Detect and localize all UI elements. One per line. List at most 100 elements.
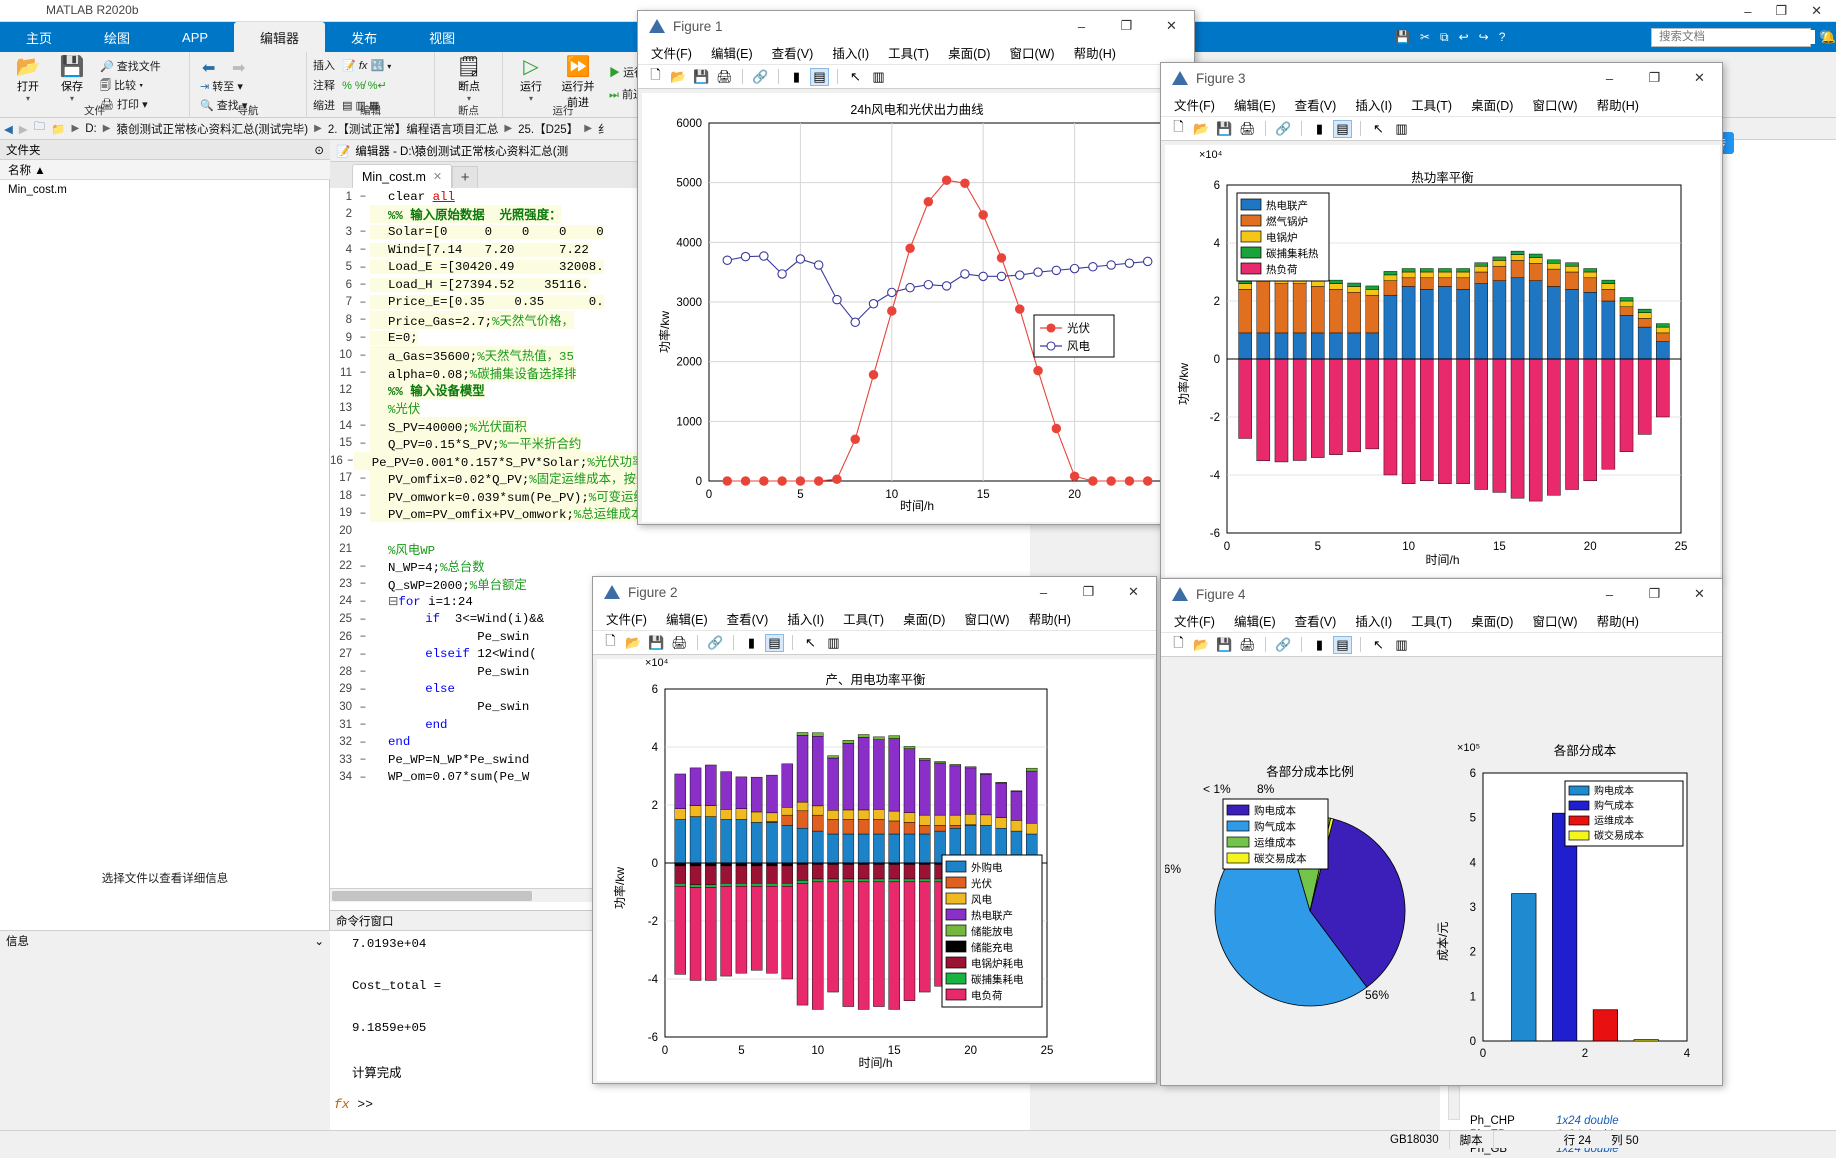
menu-help[interactable]: 帮助(H) bbox=[1597, 611, 1639, 630]
menu-edit[interactable]: 编辑(E) bbox=[1234, 611, 1276, 630]
undo-icon[interactable]: ↩ bbox=[1459, 30, 1469, 44]
notification-icon[interactable]: 🔔 bbox=[1821, 30, 1836, 44]
compare-item[interactable]: 🗐 比较 ▾ bbox=[100, 77, 143, 96]
save-icon[interactable]: 💾 bbox=[692, 68, 711, 86]
menu-view[interactable]: 查看(V) bbox=[772, 43, 814, 62]
code-text[interactable]: WP_om=0.07*sum(Pe_W bbox=[370, 770, 529, 784]
function-icon[interactable]: 🔣 bbox=[370, 60, 384, 72]
open-icon[interactable]: 📂 bbox=[1192, 636, 1211, 654]
figure-2-toolbar[interactable]: 🗋 📂 💾 🖨 🔗 ▮ ▤ ↖ ▥ bbox=[593, 631, 1156, 655]
compare-arrow[interactable]: ▾ bbox=[139, 80, 143, 92]
open-dropdown-arrow[interactable]: ▾ bbox=[6, 94, 50, 103]
new-figure-icon[interactable]: 🗋 bbox=[1169, 635, 1188, 654]
figure-1-window[interactable]: Figure 1 – ❐ ✕ 文件(F) 编辑(E) 查看(V) 插入(I) 工… bbox=[637, 10, 1195, 525]
code-text[interactable]: %% 输入原始数据 光照强度： bbox=[370, 205, 562, 224]
pointer-icon[interactable]: ↖ bbox=[1369, 120, 1388, 138]
figure-1-window-controls[interactable]: – ❐ ✕ bbox=[1059, 11, 1194, 41]
menu-view[interactable]: 查看(V) bbox=[1295, 611, 1337, 630]
code-text[interactable]: %光伏 bbox=[370, 398, 421, 417]
goto-arrow[interactable]: ▾ bbox=[237, 81, 243, 93]
menu-desktop[interactable]: 桌面(D) bbox=[1471, 95, 1513, 114]
insert-item[interactable]: 插入 📝 fx 🔣 ▾ bbox=[313, 57, 391, 73]
fx-icon[interactable]: fx bbox=[359, 60, 368, 72]
figure-1-menubar[interactable]: 文件(F) 编辑(E) 查看(V) 插入(I) 工具(T) 桌面(D) 窗口(W… bbox=[638, 41, 1194, 65]
new-tab-button[interactable]: + bbox=[452, 166, 479, 188]
forward-nav-icon[interactable]: ▶ bbox=[19, 122, 28, 136]
code-text[interactable]: Load_E =[30420.49 32008. bbox=[370, 260, 604, 275]
maximize-button[interactable]: ❐ bbox=[1632, 579, 1677, 609]
run-button[interactable]: ▷ 运行 ▾ bbox=[509, 56, 553, 103]
code-text[interactable]: Price_E=[0.35 0.35 0. bbox=[370, 295, 604, 310]
menu-window[interactable]: 窗口(W) bbox=[964, 609, 1009, 628]
menu-help[interactable]: 帮助(H) bbox=[1074, 43, 1116, 62]
legend-icon[interactable]: ▤ bbox=[1333, 635, 1352, 654]
colorbar-icon[interactable]: ▮ bbox=[1310, 636, 1329, 654]
menu-edit[interactable]: 编辑(E) bbox=[666, 609, 708, 628]
command-prompt[interactable]: fx >> bbox=[334, 1097, 373, 1112]
column-header-name[interactable]: 名称 ▲ bbox=[8, 162, 46, 178]
code-text[interactable]: Q_PV=0.15*S_PV;%一平米折合约 bbox=[370, 434, 582, 453]
link-plot-icon[interactable]: 🔗 bbox=[751, 68, 770, 86]
figure-4-window-controls[interactable]: – ❐ ✕ bbox=[1587, 579, 1722, 609]
link-plot-icon[interactable]: 🔗 bbox=[706, 634, 725, 652]
code-line[interactable]: 21 %风电WP bbox=[330, 540, 1030, 558]
colorbar-icon[interactable]: ▮ bbox=[1310, 120, 1329, 138]
new-figure-icon[interactable]: 🗋 bbox=[1169, 119, 1188, 138]
menu-insert[interactable]: 插入(I) bbox=[787, 609, 824, 628]
code-text[interactable]: clear all bbox=[370, 190, 455, 204]
close-button[interactable]: ✕ bbox=[1149, 11, 1194, 41]
tab-view[interactable]: 视图 bbox=[403, 22, 481, 52]
figure-4-menubar[interactable]: 文件(F) 编辑(E) 查看(V) 插入(I) 工具(T) 桌面(D) 窗口(W… bbox=[1161, 609, 1722, 633]
menu-file[interactable]: 文件(F) bbox=[1174, 611, 1215, 630]
tab-editor[interactable]: 编辑器 bbox=[234, 22, 326, 52]
tab-home[interactable]: 主页 bbox=[0, 22, 78, 52]
new-figure-icon[interactable]: 🗋 bbox=[601, 633, 620, 652]
menu-insert[interactable]: 插入(I) bbox=[1355, 95, 1392, 114]
menu-insert[interactable]: 插入(I) bbox=[1355, 611, 1392, 630]
minimize-button[interactable]: – bbox=[1021, 577, 1066, 607]
close-icon[interactable]: ✕ bbox=[433, 170, 442, 183]
goto-item[interactable]: ⇥ 转至 ▾ bbox=[200, 78, 243, 94]
chevron-down-icon[interactable]: ▾ bbox=[387, 62, 391, 71]
code-text[interactable]: %% 输入设备模型 bbox=[370, 381, 485, 400]
menu-edit[interactable]: 编辑(E) bbox=[1234, 95, 1276, 114]
tab-plots[interactable]: 绘图 bbox=[78, 22, 156, 52]
code-text[interactable]: end bbox=[370, 735, 410, 749]
code-text[interactable]: Pe_WP=N_WP*Pe_swind bbox=[370, 753, 529, 767]
save-icon[interactable]: 💾 bbox=[1215, 636, 1234, 654]
menu-help[interactable]: 帮助(H) bbox=[1597, 95, 1639, 114]
breakpoint-button[interactable]: 🗒 断点 ▾ bbox=[447, 56, 491, 103]
figure-3-toolbar[interactable]: 🗋 📂 💾 🖨 🔗 ▮ ▤ ↖ ▥ bbox=[1161, 117, 1722, 141]
menu-tools[interactable]: 工具(T) bbox=[1411, 611, 1452, 630]
folder-column-header[interactable]: 名称 ▲ bbox=[0, 160, 330, 180]
tab-publish[interactable]: 发布 bbox=[325, 22, 403, 52]
code-text[interactable]: ⊟for i=1:24 bbox=[370, 593, 473, 609]
cut-icon[interactable]: ✂ bbox=[1420, 30, 1430, 44]
save-icon[interactable]: 💾 bbox=[647, 634, 666, 652]
colorbar-icon[interactable]: ▮ bbox=[787, 68, 806, 86]
menu-window[interactable]: 窗口(W) bbox=[1009, 43, 1054, 62]
minimize-button[interactable]: – bbox=[1587, 579, 1632, 609]
code-text[interactable]: Solar=[0 0 0 0 0 bbox=[370, 224, 604, 239]
plot-browser-icon[interactable]: ▥ bbox=[869, 68, 888, 86]
menu-insert[interactable]: 插入(I) bbox=[832, 43, 869, 62]
code-text[interactable]: Wind=[7.14 7.20 7.22 bbox=[370, 242, 589, 257]
pointer-icon[interactable]: ↖ bbox=[846, 68, 865, 86]
code-text[interactable]: if 3<=Wind(i)&& bbox=[370, 612, 544, 626]
figure-3-window[interactable]: Figure 3 – ❐ ✕ 文件(F) 编辑(E) 查看(V) 插入(I) 工… bbox=[1160, 62, 1723, 580]
details-panel-header[interactable]: 信息 ⌄ bbox=[0, 930, 330, 950]
menu-desktop[interactable]: 桌面(D) bbox=[1471, 611, 1513, 630]
new-figure-icon[interactable]: 🗋 bbox=[646, 67, 665, 86]
maximize-button[interactable]: ❐ bbox=[1104, 11, 1149, 41]
save-dropdown-arrow[interactable]: ▾ bbox=[50, 94, 94, 103]
figure-2-window[interactable]: Figure 2 – ❐ ✕ 文件(F) 编辑(E) 查看(V) 插入(I) 工… bbox=[592, 576, 1157, 1084]
file-name[interactable]: Min_cost.m bbox=[8, 184, 67, 196]
code-text[interactable]: %风电WP bbox=[370, 540, 435, 558]
print-icon[interactable]: 🖨 bbox=[670, 634, 689, 652]
crumb-1[interactable]: 猿创测试正常核心资料汇总(测试完毕) bbox=[116, 121, 308, 137]
print-icon[interactable]: 🖨 bbox=[715, 68, 734, 86]
plot-browser-icon[interactable]: ▥ bbox=[1392, 636, 1411, 654]
back-arrow-icon[interactable]: ⬅ bbox=[202, 58, 215, 78]
code-text[interactable]: Q_sWP=2000;%单台额定 bbox=[370, 575, 527, 593]
figure-1-toolbar[interactable]: 🗋 📂 💾 🖨 🔗 ▮ ▤ ↖ ▥ bbox=[638, 65, 1194, 89]
